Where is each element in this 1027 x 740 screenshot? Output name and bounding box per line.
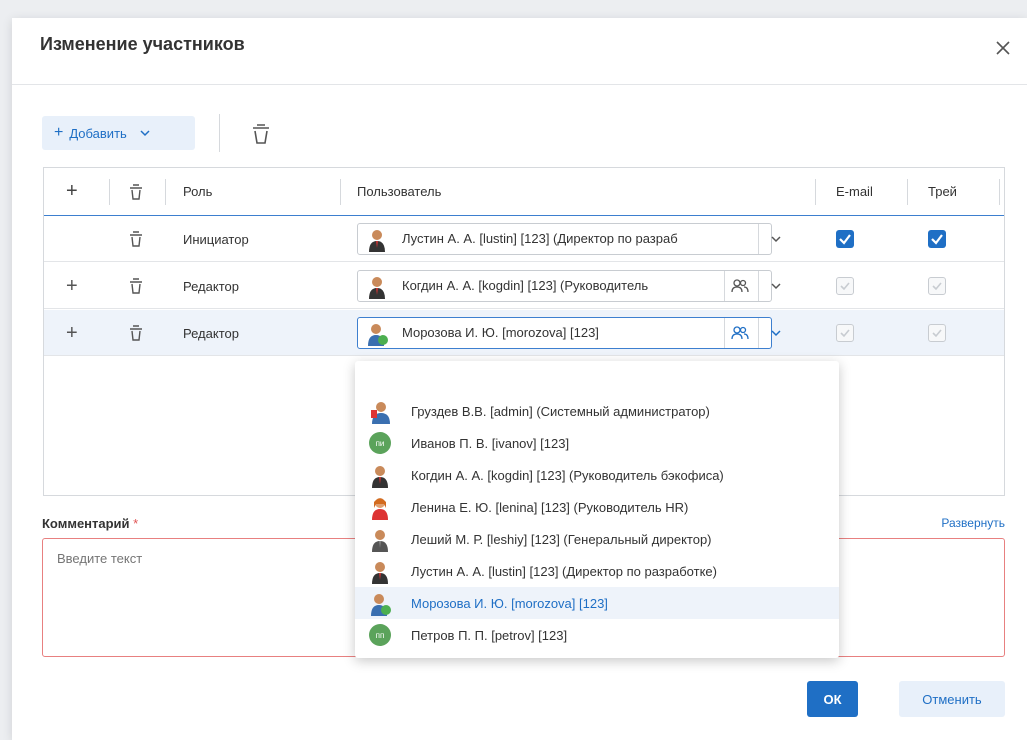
dropdown-item[interactable]: Ленина Е. Ю. [lenina] [123] (Руководител…: [355, 491, 839, 523]
column-user[interactable]: Пользователь: [357, 168, 441, 215]
column-role[interactable]: Роль: [183, 168, 212, 215]
dropdown-item[interactable]: Когдин А. А. [kogdin] [123] (Руководител…: [355, 459, 839, 491]
add-row-button[interactable]: +: [66, 310, 78, 356]
dropdown-item[interactable]: пп Петров П. П. [petrov] [123]: [355, 619, 839, 651]
column-email[interactable]: E-mail: [836, 168, 873, 215]
user-select-input[interactable]: Морозова И. Ю. [morozova] [123]: [357, 317, 781, 349]
dropdown-item-label: Груздев В.В. [admin] (Системный админист…: [411, 403, 710, 419]
trash-icon[interactable]: [128, 216, 144, 262]
add-row-button[interactable]: +: [66, 263, 78, 309]
close-icon[interactable]: [993, 38, 1013, 58]
user-select[interactable]: Лустин А. А. [lustin] [123] (Директор по…: [357, 223, 781, 255]
role-cell: Инициатор: [183, 231, 249, 247]
dropdown-item-label: Петров П. П. [petrov] [123]: [411, 627, 568, 643]
chevron-down-icon[interactable]: [758, 271, 794, 301]
dropdown-item[interactable]: Лустин А. А. [lustin] [123] (Директор по…: [355, 555, 839, 587]
user-avatar-icon: [366, 275, 388, 302]
user-select-value: Когдин А. А. [kogdin] [123] (Руководител…: [402, 278, 649, 293]
expand-link[interactable]: Развернуть: [941, 516, 1005, 530]
dialog-title: Изменение участников: [40, 34, 245, 54]
user-avatar-icon: [369, 560, 391, 587]
dropdown-item-label: Когдин А. А. [kogdin] [123] (Руководител…: [411, 467, 724, 483]
user-avatar-icon: [366, 322, 388, 349]
user-select[interactable]: Когдин А. А. [kogdin] [123] (Руководител…: [357, 270, 781, 302]
required-mark: *: [133, 516, 139, 531]
role-cell: Редактор: [183, 278, 239, 294]
chevron-down-icon[interactable]: [758, 318, 794, 348]
dropdown-item-label: Иванов П. В. [ivanov] [123]: [411, 435, 570, 451]
tray-checkbox[interactable]: [928, 277, 946, 295]
trash-icon[interactable]: [128, 310, 144, 356]
table-row: Инициатор Лустин А. А. [lustin] [123] (Д…: [44, 216, 1004, 262]
dropdown-item-label: Ленина Е. Ю. [lenina] [123] (Руководител…: [411, 499, 689, 515]
table-row: + Редактор Когдин А. А. [kogdin] [123] (…: [44, 263, 1004, 309]
user-avatar-icon: [369, 496, 391, 523]
toolbar-separator: [219, 114, 220, 152]
header-divider: [12, 84, 1027, 85]
initials-avatar: пи: [369, 432, 391, 454]
comment-label: Комментарий *: [42, 516, 138, 531]
user-select-value: Морозова И. Ю. [morozova] [123]: [402, 325, 599, 340]
trash-icon[interactable]: [250, 122, 272, 149]
tray-checkbox[interactable]: [928, 230, 946, 248]
column-tray[interactable]: Трей: [928, 168, 957, 215]
dropdown-item-label: Леший М. Р. [leshiy] [123] (Генеральный …: [411, 531, 712, 547]
dropdown-item-selected[interactable]: Морозова И. Ю. [morozova] [123]: [355, 587, 839, 619]
user-dropdown-list: Груздев В.В. [admin] (Системный админист…: [355, 361, 839, 658]
user-avatar-icon: [369, 464, 391, 491]
plus-icon: +: [54, 124, 64, 141]
grid-header: + Роль Пользователь E-mail Трей: [44, 168, 1004, 216]
user-avatar-icon: [366, 228, 388, 255]
user-avatar-icon: [369, 528, 391, 555]
dropdown-item[interactable]: Груздев В.В. [admin] (Системный админист…: [355, 395, 839, 427]
email-checkbox[interactable]: [836, 277, 854, 295]
add-button[interactable]: + Добавить: [42, 116, 195, 150]
user-avatar-icon: [369, 592, 391, 619]
cancel-button[interactable]: Отменить: [899, 681, 1005, 717]
initials-avatar: пп: [369, 624, 391, 646]
admin-avatar-icon: [369, 400, 393, 427]
trash-icon[interactable]: [128, 263, 144, 309]
add-row-header-button[interactable]: +: [66, 168, 78, 215]
add-button-label: Добавить: [69, 125, 127, 141]
role-cell: Редактор: [183, 325, 239, 341]
tray-checkbox[interactable]: [928, 324, 946, 342]
chevron-down-icon[interactable]: [758, 224, 794, 254]
user-select-value: Лустин А. А. [lustin] [123] (Директор по…: [402, 231, 678, 246]
email-checkbox[interactable]: [836, 230, 854, 248]
dropdown-item[interactable]: пи Иванов П. В. [ivanov] [123]: [355, 427, 839, 459]
dropdown-item[interactable]: Леший М. Р. [leshiy] [123] (Генеральный …: [355, 523, 839, 555]
trash-icon[interactable]: [128, 168, 144, 215]
table-row: + Редактор Морозова И. Ю. [morozova] [12…: [44, 310, 1004, 356]
chevron-down-icon: [139, 129, 151, 137]
group-icon[interactable]: [724, 271, 756, 301]
comment-label-text: Комментарий: [42, 516, 130, 531]
dropdown-item-label: Лустин А. А. [lustin] [123] (Директор по…: [411, 563, 717, 579]
ok-button[interactable]: ОК: [807, 681, 858, 717]
group-icon[interactable]: [724, 318, 756, 348]
dropdown-item-label: Морозова И. Ю. [morozova] [123]: [411, 595, 608, 611]
email-checkbox[interactable]: [836, 324, 854, 342]
